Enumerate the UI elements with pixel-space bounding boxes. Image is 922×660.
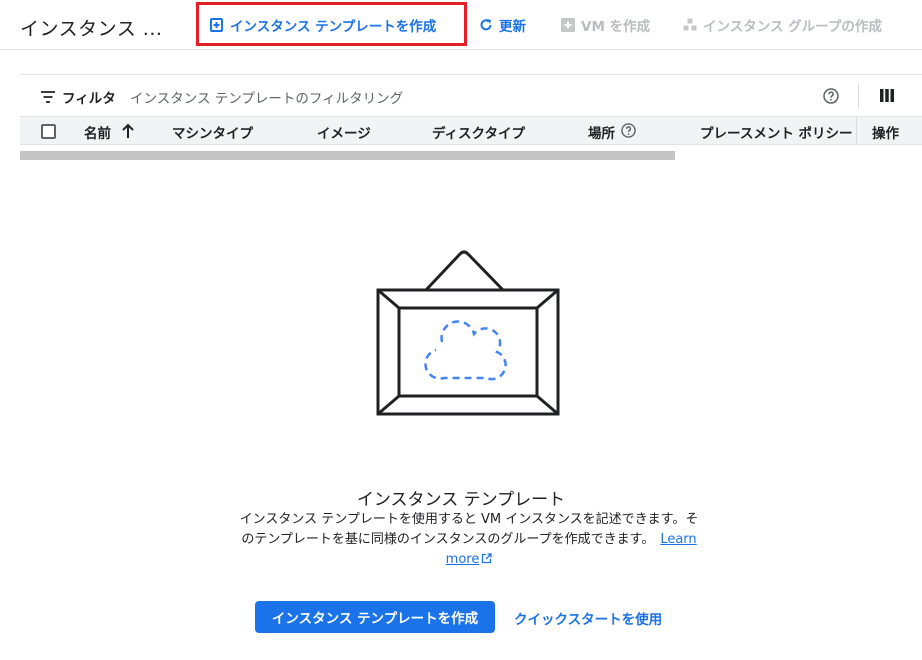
column-location[interactable]: 場所	[588, 122, 615, 142]
top-bar: インスタンス ... インスタンス テンプレートを作成 更新 VM を作成 イン…	[0, 0, 922, 50]
help-icon[interactable]	[823, 88, 839, 104]
table-header: 名前 マシンタイプ イメージ ディスクタイプ 場所 プレースメント ポリシー 操…	[20, 116, 922, 145]
empty-state-illustration	[376, 250, 560, 416]
refresh-button[interactable]: 更新	[479, 14, 526, 36]
column-disk-type[interactable]: ディスクタイプ	[432, 122, 525, 142]
filter-icon	[41, 91, 55, 103]
create-vm-label: VM を作成	[581, 19, 651, 35]
select-all-checkbox[interactable]	[41, 124, 56, 139]
column-image[interactable]: イメージ	[317, 122, 371, 142]
refresh-label: 更新	[499, 19, 526, 35]
divider	[858, 83, 859, 109]
columns-icon[interactable]	[880, 89, 894, 102]
group-icon	[683, 18, 697, 31]
refresh-icon	[480, 19, 492, 31]
external-link-icon	[482, 553, 492, 564]
highlight-box	[196, 2, 467, 46]
empty-state-title: インスタンス テンプレート	[356, 490, 566, 510]
filter-bar[interactable]: フィルタ インスタンス テンプレートのフィルタリング	[20, 74, 922, 116]
column-placement-policy[interactable]: プレースメント ポリシー	[700, 122, 853, 142]
column-actions: 操作	[872, 126, 899, 142]
column-name[interactable]: 名前	[84, 122, 111, 142]
quickstart-button[interactable]: クイックスタートを使用	[514, 608, 662, 628]
page-title: インスタンス ...	[20, 18, 163, 40]
create-group-label: インスタンス グループの作成	[703, 19, 882, 35]
create-vm-button[interactable]: VM を作成	[561, 14, 650, 36]
actions-column: 操作	[856, 117, 922, 144]
add-icon	[561, 18, 575, 32]
empty-state-description: インスタンス テンプレートを使用すると VM インスタンスを記述できます。そのテ…	[236, 510, 702, 570]
column-machine-type[interactable]: マシンタイプ	[172, 122, 253, 142]
create-template-primary-button[interactable]: インスタンス テンプレートを作成	[255, 601, 495, 633]
create-group-button[interactable]: インスタンス グループの作成	[683, 14, 882, 36]
filter-label: フィルタ	[62, 91, 116, 107]
help-icon[interactable]	[621, 123, 636, 138]
horizontal-scrollbar[interactable]	[20, 151, 675, 160]
description-text: インスタンス テンプレートを使用すると VM インスタンスを記述できます。そのテ…	[239, 512, 699, 547]
filter-input[interactable]: インスタンス テンプレートのフィルタリング	[130, 87, 403, 107]
sort-up-icon[interactable]	[121, 123, 135, 139]
